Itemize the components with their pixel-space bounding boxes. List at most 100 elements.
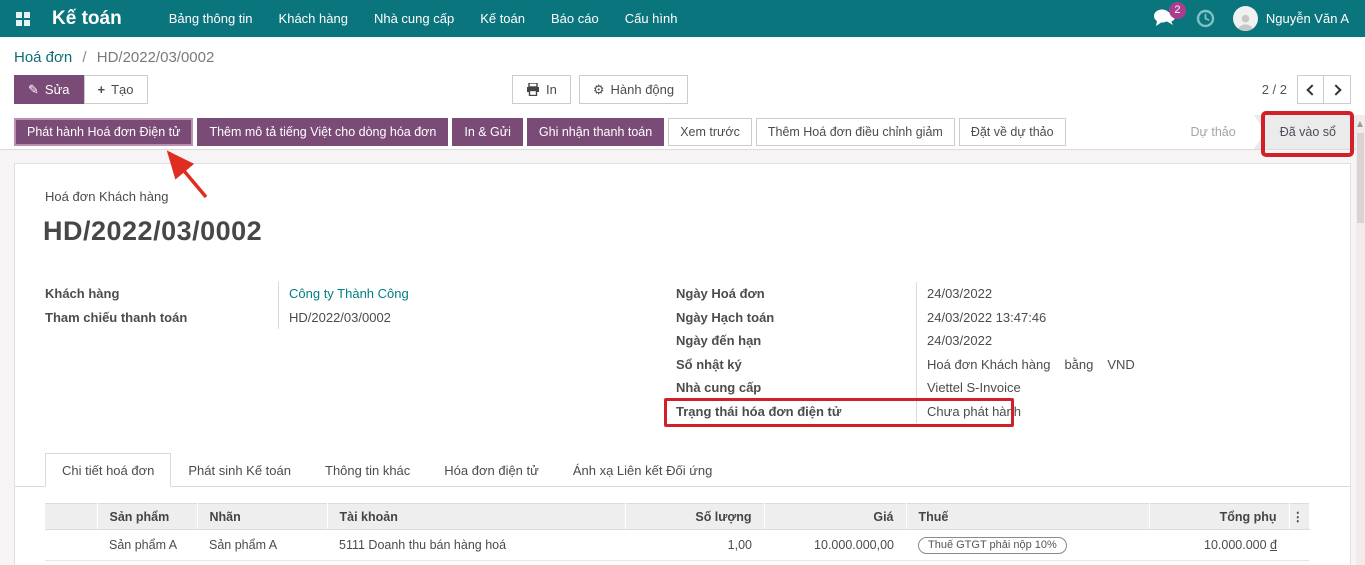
top-navbar: Kế toán Bảng thông tin Khách hàng Nhà cu… bbox=[0, 0, 1365, 37]
scrollbar-thumb[interactable] bbox=[1357, 133, 1364, 223]
cell-price[interactable]: 10.000.000,00 bbox=[764, 530, 906, 561]
field-label: Nhà cung cấp bbox=[676, 380, 916, 395]
stage-draft[interactable]: Dự thảo bbox=[1173, 115, 1254, 149]
tab-other-info[interactable]: Thông tin khác bbox=[308, 453, 427, 487]
field-due-date: Ngày đến hạn 24/03/2022 bbox=[676, 329, 1296, 353]
control-panel: Hoá đơn / HD/2022/03/0002 ✎ Sửa + Tạo In… bbox=[0, 37, 1365, 115]
pager-next-button[interactable] bbox=[1324, 75, 1351, 104]
optional-columns-icon[interactable]: ⋮ bbox=[1289, 504, 1309, 530]
col-product[interactable]: Sản phẩm bbox=[97, 504, 197, 530]
breadcrumb-invoices-link[interactable]: Hoá đơn bbox=[14, 49, 72, 66]
pager: 2 / 2 bbox=[1262, 75, 1351, 104]
accounting-date-value: 24/03/2022 13:47:46 bbox=[916, 306, 1296, 330]
main-menu: Bảng thông tin Khách hàng Nhà cung cấp K… bbox=[156, 0, 691, 37]
tab-invoice-lines[interactable]: Chi tiết hoá đơn bbox=[45, 453, 171, 487]
invoice-lines-table: Sản phẩm Nhãn Tài khoản Số lượng Giá Thu… bbox=[45, 503, 1310, 561]
cell-label[interactable]: Sản phẩm A bbox=[197, 530, 327, 561]
pager-previous-button[interactable] bbox=[1297, 75, 1324, 104]
vertical-scrollbar[interactable] bbox=[1356, 115, 1365, 565]
col-label[interactable]: Nhãn bbox=[197, 504, 327, 530]
payment-reference-value: HD/2022/03/0002 bbox=[278, 306, 605, 330]
app-title[interactable]: Kế toán bbox=[52, 8, 122, 30]
preview-button[interactable]: Xem trước bbox=[668, 118, 752, 146]
journal-connector: bằng bbox=[1064, 357, 1093, 372]
create-button[interactable]: + Tạo bbox=[84, 75, 148, 104]
col-quantity[interactable]: Số lượng bbox=[625, 504, 764, 530]
cell-account[interactable]: 5111 Doanh thu bán hàng hoá bbox=[327, 530, 625, 561]
menu-reports[interactable]: Báo cáo bbox=[538, 0, 612, 37]
col-price[interactable]: Giá bbox=[764, 504, 906, 530]
invoice-number-title: HD/2022/03/0002 bbox=[43, 216, 262, 247]
printer-icon bbox=[526, 83, 540, 96]
apps-menu-icon[interactable] bbox=[16, 12, 30, 26]
field-label: Ngày Hoá đơn bbox=[676, 286, 916, 301]
col-tax[interactable]: Thuế bbox=[906, 504, 1149, 530]
col-subtotal[interactable]: Tổng phụ bbox=[1149, 504, 1289, 530]
field-journal: Sổ nhật ký Hoá đơn Khách hàng bằng VND bbox=[676, 353, 1296, 377]
journal-currency[interactable]: VND bbox=[1107, 357, 1134, 372]
scrollbar-up-arrow-icon[interactable] bbox=[1357, 121, 1363, 127]
field-label: Tham chiếu thanh toán bbox=[45, 310, 278, 325]
activities-clock-icon[interactable] bbox=[1196, 9, 1215, 28]
menu-configuration[interactable]: Cấu hình bbox=[612, 0, 691, 37]
add-vietnamese-description-button[interactable]: Thêm mô tả tiếng Việt cho dòng hóa đơn bbox=[197, 118, 448, 146]
plus-icon: + bbox=[98, 82, 106, 97]
customer-link[interactable]: Công ty Thành Công bbox=[289, 286, 409, 301]
journal-value[interactable]: Hoá đơn Khách hàng bbox=[927, 357, 1050, 372]
col-account[interactable]: Tài khoản bbox=[327, 504, 625, 530]
invoice-date-value: 24/03/2022 bbox=[916, 282, 1296, 306]
messages-icon[interactable]: 2 bbox=[1152, 8, 1178, 30]
status-widget: Dự thảo Đã vào sổ bbox=[1173, 115, 1356, 149]
cell-subtotal: 10.000.000 đ bbox=[1149, 530, 1289, 561]
issue-einvoice-button[interactable]: Phát hành Hoá đơn Điện tử bbox=[14, 118, 193, 146]
row-handle-cell bbox=[45, 530, 97, 561]
field-invoice-date: Ngày Hoá đơn 24/03/2022 bbox=[676, 282, 1296, 306]
breadcrumb-separator: / bbox=[82, 49, 86, 66]
register-payment-button[interactable]: Ghi nhận thanh toán bbox=[527, 118, 664, 146]
menu-accounting[interactable]: Kế toán bbox=[467, 0, 538, 37]
stage-posted[interactable]: Đã vào sổ bbox=[1254, 115, 1356, 149]
pager-count: 2 / 2 bbox=[1262, 82, 1287, 97]
reset-to-draft-button[interactable]: Đặt về dự thảo bbox=[959, 118, 1066, 146]
user-menu[interactable]: Nguyễn Văn A bbox=[1233, 6, 1349, 31]
odoo-invoice-page: { "navbar": { "app_name": "Kế toán", "me… bbox=[0, 0, 1365, 565]
action-button[interactable]: ⚙ Hành động bbox=[579, 75, 688, 104]
tab-einvoice[interactable]: Hóa đơn điện tử bbox=[427, 453, 556, 487]
document-type-label: Hoá đơn Khách hàng bbox=[45, 189, 168, 204]
field-group-left: Khách hàng Công ty Thành Công Tham chiếu… bbox=[45, 282, 605, 329]
field-accounting-date: Ngày Hạch toán 24/03/2022 13:47:46 bbox=[676, 306, 1296, 330]
navbar-right: 2 Nguyễn Văn A bbox=[1152, 6, 1349, 31]
notebook-tabs: Chi tiết hoá đơn Phát sinh Kế toán Thông… bbox=[15, 453, 1350, 487]
field-einvoice-status: Trạng thái hóa đơn điện tử Chưa phát hàn… bbox=[676, 400, 1296, 424]
menu-customers[interactable]: Khách hàng bbox=[266, 0, 361, 37]
print-and-send-button[interactable]: In & Gửi bbox=[452, 118, 523, 146]
cell-quantity[interactable]: 1,00 bbox=[625, 530, 764, 561]
field-customer: Khách hàng Công ty Thành Công bbox=[45, 282, 605, 306]
edit-button[interactable]: ✎ Sửa bbox=[14, 75, 84, 104]
chevron-right-icon bbox=[1330, 84, 1341, 95]
form-sheet: Hoá đơn Khách hàng HD/2022/03/0002 Khách… bbox=[14, 163, 1351, 565]
field-einvoice-provider: Nhà cung cấp Viettel S-Invoice bbox=[676, 376, 1296, 400]
table-row[interactable]: Sản phẩm A Sản phẩm A 5111 Doanh thu bán… bbox=[45, 530, 1309, 561]
field-group-right: Ngày Hoá đơn 24/03/2022 Ngày Hạch toán 2… bbox=[676, 282, 1296, 423]
gear-icon: ⚙ bbox=[593, 82, 605, 98]
einvoice-provider-value: Viettel S-Invoice bbox=[916, 376, 1296, 400]
cell-product[interactable]: Sản phẩm A bbox=[97, 530, 197, 561]
messages-count-badge: 2 bbox=[1169, 2, 1186, 19]
tax-tag[interactable]: Thuế GTGT phải nộp 10% bbox=[918, 537, 1067, 554]
control-panel-buttons: ✎ Sửa + Tạo In ⚙ Hành động 2 / 2 bbox=[14, 75, 1351, 104]
tab-counterpart-mapping[interactable]: Ánh xạ Liên kết Đối ứng bbox=[556, 453, 730, 487]
currency-symbol: đ bbox=[1270, 538, 1277, 552]
chevron-left-icon bbox=[1306, 84, 1317, 95]
add-credit-note-button[interactable]: Thêm Hoá đơn điều chỉnh giảm bbox=[756, 118, 955, 146]
field-label: Trạng thái hóa đơn điện tử bbox=[676, 404, 916, 419]
field-label: Ngày đến hạn bbox=[676, 333, 916, 348]
menu-dashboard[interactable]: Bảng thông tin bbox=[156, 0, 266, 37]
breadcrumb: Hoá đơn / HD/2022/03/0002 bbox=[14, 49, 1351, 66]
user-name: Nguyễn Văn A bbox=[1266, 11, 1349, 26]
print-button[interactable]: In bbox=[512, 75, 571, 104]
einvoice-status-value: Chưa phát hành bbox=[916, 400, 1296, 424]
pencil-icon: ✎ bbox=[28, 82, 39, 98]
tab-journal-items[interactable]: Phát sinh Kế toán bbox=[171, 453, 308, 487]
menu-vendors[interactable]: Nhà cung cấp bbox=[361, 0, 467, 37]
